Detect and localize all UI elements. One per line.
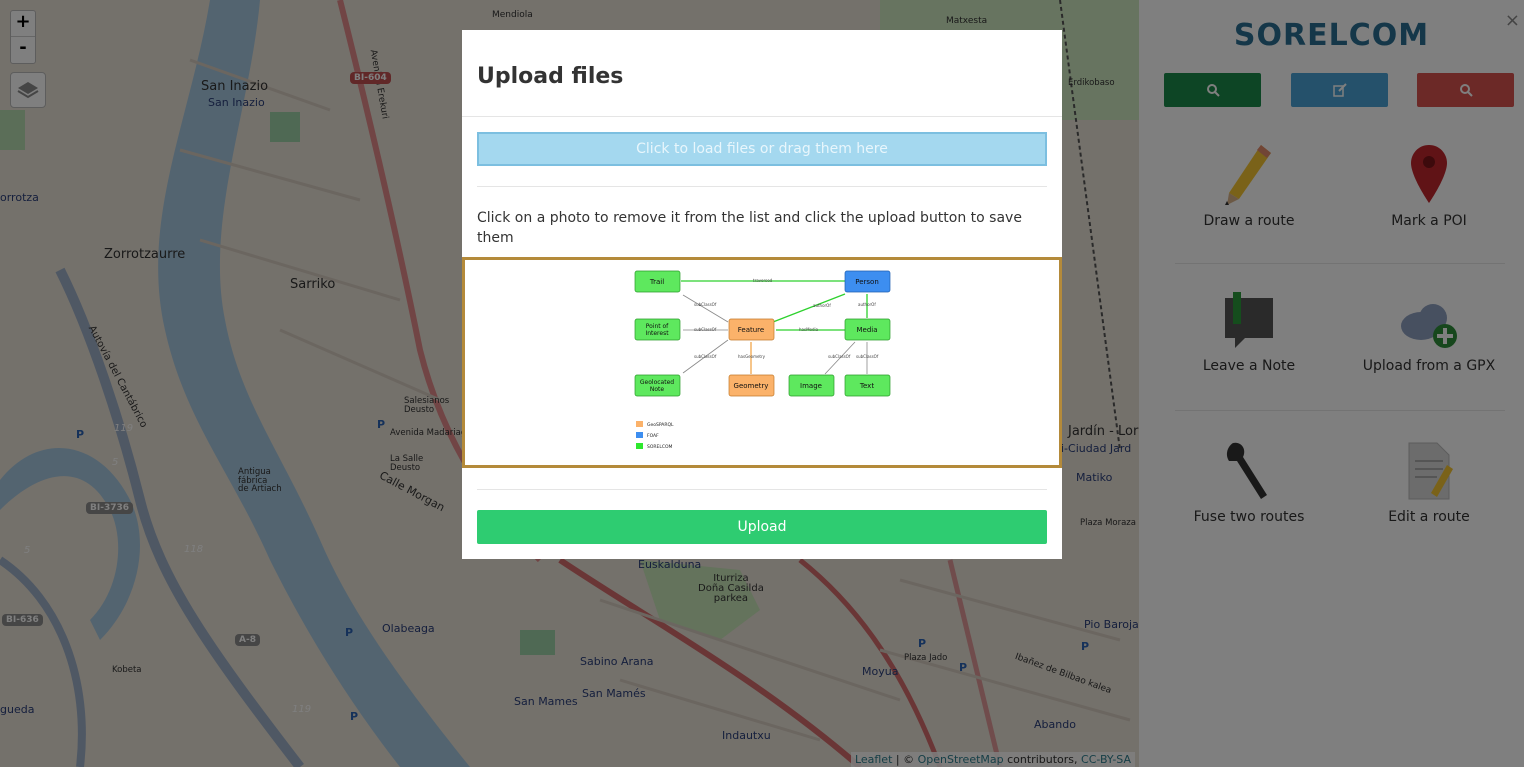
diagram-node-label-line: Note xyxy=(650,386,665,393)
upload-files-modal: Upload files Click to load files or drag… xyxy=(462,30,1062,559)
divider xyxy=(462,116,1062,117)
legend-label: GeoSPARQL xyxy=(647,422,674,428)
edge-label: subClassOf xyxy=(856,354,879,359)
edge-label: subClassOf xyxy=(694,327,717,332)
edge-label: subClassOf xyxy=(694,302,717,307)
upload-button[interactable]: Upload xyxy=(477,510,1047,544)
edge-label: hasMedia xyxy=(799,327,819,332)
upload-instructions: Click on a photo to remove it from the l… xyxy=(477,210,1022,246)
diagram-node-label-line: Point of xyxy=(646,323,669,330)
diagram-node-label-line: Interest xyxy=(645,330,669,337)
edge-label: authorOf xyxy=(858,302,876,307)
diagram-node-label: Text xyxy=(859,382,874,390)
edge-label: hasGeometry xyxy=(738,354,766,359)
edge-label: subClassOf xyxy=(694,354,717,359)
diagram-node-label: Media xyxy=(856,326,877,334)
legend-swatch xyxy=(636,443,643,449)
legend-label: SORELCOM xyxy=(647,444,673,450)
diagram-node-label: Trail xyxy=(649,278,664,286)
modal-title: Upload files xyxy=(477,64,624,89)
diagram-node-label-line: Geolocated xyxy=(640,379,674,386)
edge-label: authorOf xyxy=(813,303,831,308)
divider xyxy=(477,489,1047,490)
file-dropzone[interactable]: Click to load files or drag them here xyxy=(477,132,1047,166)
diagram-node-label: Point of Interest xyxy=(645,323,669,337)
edge-label: traversed xyxy=(753,278,773,283)
edge-label: subClassOf xyxy=(828,354,851,359)
photo-thumbnail[interactable]: traversed authorOf authorOf subClassOf s… xyxy=(462,257,1062,468)
legend-swatch xyxy=(636,432,643,438)
legend-label: FOAF xyxy=(647,433,659,439)
diagram-node-label: Geometry xyxy=(734,382,769,390)
diagram-node-label: Feature xyxy=(738,326,764,334)
divider xyxy=(477,186,1047,187)
legend-swatch xyxy=(636,421,643,427)
ontology-diagram-image: traversed authorOf authorOf subClassOf s… xyxy=(634,270,891,450)
diagram-node-label: Person xyxy=(855,278,879,286)
diagram-node-label: Image xyxy=(800,382,822,390)
